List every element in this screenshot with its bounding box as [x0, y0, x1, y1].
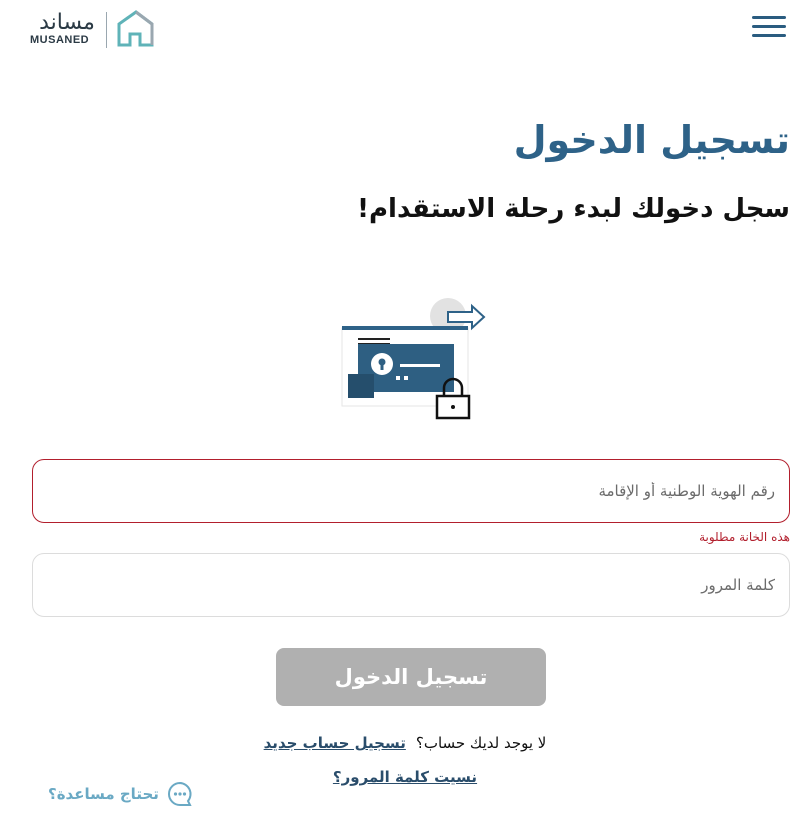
logo-separator — [106, 12, 107, 48]
forgot-password-link[interactable]: نسيت كلمة المرور؟ — [333, 768, 477, 786]
logo-arabic-text: مساند — [39, 10, 95, 35]
national-id-field[interactable] — [32, 459, 790, 523]
password-input[interactable] — [33, 554, 789, 616]
login-button[interactable]: تسجيل الدخول — [276, 648, 546, 706]
musaned-logo[interactable]: مساند MUSANED — [30, 8, 160, 52]
register-link[interactable]: تسجيل حساب جديد — [264, 734, 406, 752]
chat-bubble-icon — [167, 781, 192, 806]
password-field[interactable] — [32, 553, 790, 617]
logo-english-text: MUSANED — [30, 34, 90, 46]
no-account-text: لا يوجد لديك حساب؟ — [415, 734, 547, 752]
login-illustration — [341, 298, 486, 420]
national-id-input[interactable] — [33, 460, 789, 522]
register-row: لا يوجد لديك حساب؟ تسجيل حساب جديد — [0, 734, 810, 752]
hamburger-menu-icon[interactable] — [752, 16, 786, 42]
page-subtitle: سجل دخولك لبدء رحلة الاستقدام! — [357, 194, 790, 224]
id-required-error: هذه الخانة مطلوبة — [699, 530, 790, 544]
help-widget[interactable]: تحتاج مساعدة؟ — [48, 780, 193, 808]
help-label: تحتاج مساعدة؟ — [48, 785, 159, 803]
header: مساند MUSANED — [0, 0, 810, 70]
house-logo-icon — [117, 10, 154, 47]
page-title: تسجيل الدخول — [513, 118, 790, 162]
